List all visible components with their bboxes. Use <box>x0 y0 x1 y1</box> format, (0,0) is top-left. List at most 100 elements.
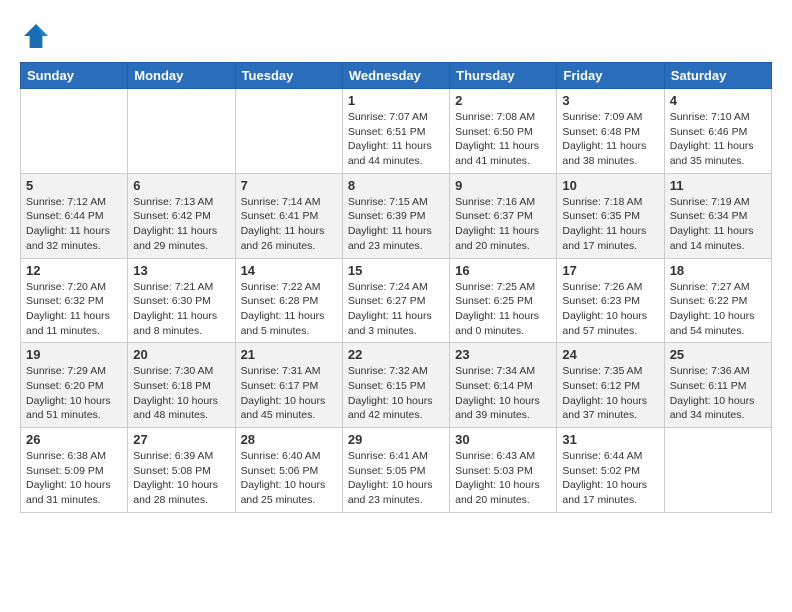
calendar-cell <box>235 89 342 174</box>
calendar-cell: 4Sunrise: 7:10 AM Sunset: 6:46 PM Daylig… <box>664 89 771 174</box>
week-row-1: 1Sunrise: 7:07 AM Sunset: 6:51 PM Daylig… <box>21 89 772 174</box>
calendar-cell: 15 Sunrise: 7:24 AM Sunset: 6:27 PM Dayli… <box>342 258 449 343</box>
day-number: 10 <box>562 178 658 193</box>
week-row-4: 19 Sunrise: 7:29 AM Sunset: 6:20 PM Dayli… <box>21 343 772 428</box>
logo <box>20 20 56 52</box>
day-info: Sunrise: 6:40 AM Sunset: 5:06 PM Dayligh… <box>241 449 337 508</box>
calendar-cell: 22 Sunrise: 7:32 AM Sunset: 6:15 PM Dayli… <box>342 343 449 428</box>
day-info: Sunrise: 7:13 AM Sunset: 6:42 PM Dayligh… <box>133 195 229 254</box>
day-number: 3 <box>562 93 658 108</box>
calendar-cell: 6 Sunrise: 7:13 AM Sunset: 6:42 PM Daylig… <box>128 173 235 258</box>
page: SundayMondayTuesdayWednesdayThursdayFrid… <box>0 0 792 523</box>
calendar-cell: 3 Sunrise: 7:09 AM Sunset: 6:48 PM Daylig… <box>557 89 664 174</box>
calendar-cell: 8Sunrise: 7:15 AM Sunset: 6:39 PM Daylig… <box>342 173 449 258</box>
day-info: Sunrise: 6:44 AM Sunset: 5:02 PM Dayligh… <box>562 449 658 508</box>
day-number: 25 <box>670 347 766 362</box>
day-info: Sunrise: 7:35 AM Sunset: 6:12 PM Dayligh… <box>562 364 658 423</box>
calendar-cell: 19 Sunrise: 7:29 AM Sunset: 6:20 PM Dayli… <box>21 343 128 428</box>
day-number: 30 <box>455 432 551 447</box>
day-info: Sunrise: 7:29 AM Sunset: 6:20 PM Dayligh… <box>26 364 122 423</box>
calendar-cell: 2 Sunrise: 7:08 AM Sunset: 6:50 PM Daylig… <box>450 89 557 174</box>
week-row-3: 12 Sunrise: 7:20 AM Sunset: 6:32 PM Dayli… <box>21 258 772 343</box>
calendar-cell: 17 Sunrise: 7:26 AM Sunset: 6:23 PM Dayli… <box>557 258 664 343</box>
day-number: 18 <box>670 263 766 278</box>
day-info: Sunrise: 7:08 AM Sunset: 6:50 PM Dayligh… <box>455 110 551 169</box>
day-number: 16 <box>455 263 551 278</box>
day-number: 14 <box>241 263 337 278</box>
calendar-cell: 11 Sunrise: 7:19 AM Sunset: 6:34 PM Dayli… <box>664 173 771 258</box>
day-info: Sunrise: 7:30 AM Sunset: 6:18 PM Dayligh… <box>133 364 229 423</box>
day-number: 11 <box>670 178 766 193</box>
day-info: Sunrise: 7:15 AM Sunset: 6:39 PM Dayligh… <box>348 195 444 254</box>
day-number: 24 <box>562 347 658 362</box>
calendar-cell: 9 Sunrise: 7:16 AM Sunset: 6:37 PM Daylig… <box>450 173 557 258</box>
day-number: 27 <box>133 432 229 447</box>
day-number: 12 <box>26 263 122 278</box>
calendar-cell: 12 Sunrise: 7:20 AM Sunset: 6:32 PM Dayli… <box>21 258 128 343</box>
day-number: 29 <box>348 432 444 447</box>
day-info: Sunrise: 7:36 AM Sunset: 6:11 PM Dayligh… <box>670 364 766 423</box>
day-number: 6 <box>133 178 229 193</box>
weekday-header-tuesday: Tuesday <box>235 63 342 89</box>
weekday-header-monday: Monday <box>128 63 235 89</box>
day-number: 2 <box>455 93 551 108</box>
day-number: 28 <box>241 432 337 447</box>
day-number: 13 <box>133 263 229 278</box>
calendar-cell: 5Sunrise: 7:12 AM Sunset: 6:44 PM Daylig… <box>21 173 128 258</box>
calendar-cell: 21 Sunrise: 7:31 AM Sunset: 6:17 PM Dayli… <box>235 343 342 428</box>
weekday-header-saturday: Saturday <box>664 63 771 89</box>
calendar-cell: 18 Sunrise: 7:27 AM Sunset: 6:22 PM Dayli… <box>664 258 771 343</box>
calendar-cell: 25 Sunrise: 7:36 AM Sunset: 6:11 PM Dayli… <box>664 343 771 428</box>
day-info: Sunrise: 7:19 AM Sunset: 6:34 PM Dayligh… <box>670 195 766 254</box>
day-number: 22 <box>348 347 444 362</box>
calendar-table: SundayMondayTuesdayWednesdayThursdayFrid… <box>20 62 772 513</box>
day-info: Sunrise: 6:38 AM Sunset: 5:09 PM Dayligh… <box>26 449 122 508</box>
day-info: Sunrise: 6:39 AM Sunset: 5:08 PM Dayligh… <box>133 449 229 508</box>
day-info: Sunrise: 7:16 AM Sunset: 6:37 PM Dayligh… <box>455 195 551 254</box>
day-info: Sunrise: 7:24 AM Sunset: 6:27 PM Dayligh… <box>348 280 444 339</box>
calendar-cell <box>21 89 128 174</box>
day-number: 9 <box>455 178 551 193</box>
calendar-cell <box>128 89 235 174</box>
day-number: 23 <box>455 347 551 362</box>
day-number: 20 <box>133 347 229 362</box>
day-number: 15 <box>348 263 444 278</box>
weekday-header-sunday: Sunday <box>21 63 128 89</box>
day-info: Sunrise: 7:26 AM Sunset: 6:23 PM Dayligh… <box>562 280 658 339</box>
day-number: 31 <box>562 432 658 447</box>
day-number: 19 <box>26 347 122 362</box>
calendar-cell: 1Sunrise: 7:07 AM Sunset: 6:51 PM Daylig… <box>342 89 449 174</box>
logo-icon <box>20 20 52 52</box>
calendar-cell: 28 Sunrise: 6:40 AM Sunset: 5:06 PM Dayli… <box>235 428 342 513</box>
calendar-cell: 20 Sunrise: 7:30 AM Sunset: 6:18 PM Dayli… <box>128 343 235 428</box>
day-info: Sunrise: 7:22 AM Sunset: 6:28 PM Dayligh… <box>241 280 337 339</box>
day-info: Sunrise: 6:41 AM Sunset: 5:05 PM Dayligh… <box>348 449 444 508</box>
day-info: Sunrise: 7:21 AM Sunset: 6:30 PM Dayligh… <box>133 280 229 339</box>
day-info: Sunrise: 7:31 AM Sunset: 6:17 PM Dayligh… <box>241 364 337 423</box>
day-info: Sunrise: 7:27 AM Sunset: 6:22 PM Dayligh… <box>670 280 766 339</box>
day-number: 21 <box>241 347 337 362</box>
calendar-cell: 23 Sunrise: 7:34 AM Sunset: 6:14 PM Dayli… <box>450 343 557 428</box>
calendar-cell: 7 Sunrise: 7:14 AM Sunset: 6:41 PM Daylig… <box>235 173 342 258</box>
day-info: Sunrise: 7:18 AM Sunset: 6:35 PM Dayligh… <box>562 195 658 254</box>
calendar-cell: 16Sunrise: 7:25 AM Sunset: 6:25 PM Dayli… <box>450 258 557 343</box>
weekday-header-row: SundayMondayTuesdayWednesdayThursdayFrid… <box>21 63 772 89</box>
day-number: 7 <box>241 178 337 193</box>
day-info: Sunrise: 7:14 AM Sunset: 6:41 PM Dayligh… <box>241 195 337 254</box>
day-number: 5 <box>26 178 122 193</box>
day-info: Sunrise: 7:32 AM Sunset: 6:15 PM Dayligh… <box>348 364 444 423</box>
calendar-cell: 29 Sunrise: 6:41 AM Sunset: 5:05 PM Dayli… <box>342 428 449 513</box>
header <box>20 20 772 52</box>
day-info: Sunrise: 7:34 AM Sunset: 6:14 PM Dayligh… <box>455 364 551 423</box>
week-row-2: 5Sunrise: 7:12 AM Sunset: 6:44 PM Daylig… <box>21 173 772 258</box>
calendar-cell: 14 Sunrise: 7:22 AM Sunset: 6:28 PM Dayli… <box>235 258 342 343</box>
day-number: 1 <box>348 93 444 108</box>
day-number: 4 <box>670 93 766 108</box>
day-info: Sunrise: 7:20 AM Sunset: 6:32 PM Dayligh… <box>26 280 122 339</box>
day-number: 17 <box>562 263 658 278</box>
calendar-cell: 30Sunrise: 6:43 AM Sunset: 5:03 PM Dayli… <box>450 428 557 513</box>
calendar-cell: 26 Sunrise: 6:38 AM Sunset: 5:09 PM Dayli… <box>21 428 128 513</box>
calendar-cell: 31 Sunrise: 6:44 AM Sunset: 5:02 PM Dayli… <box>557 428 664 513</box>
day-info: Sunrise: 7:09 AM Sunset: 6:48 PM Dayligh… <box>562 110 658 169</box>
day-number: 26 <box>26 432 122 447</box>
